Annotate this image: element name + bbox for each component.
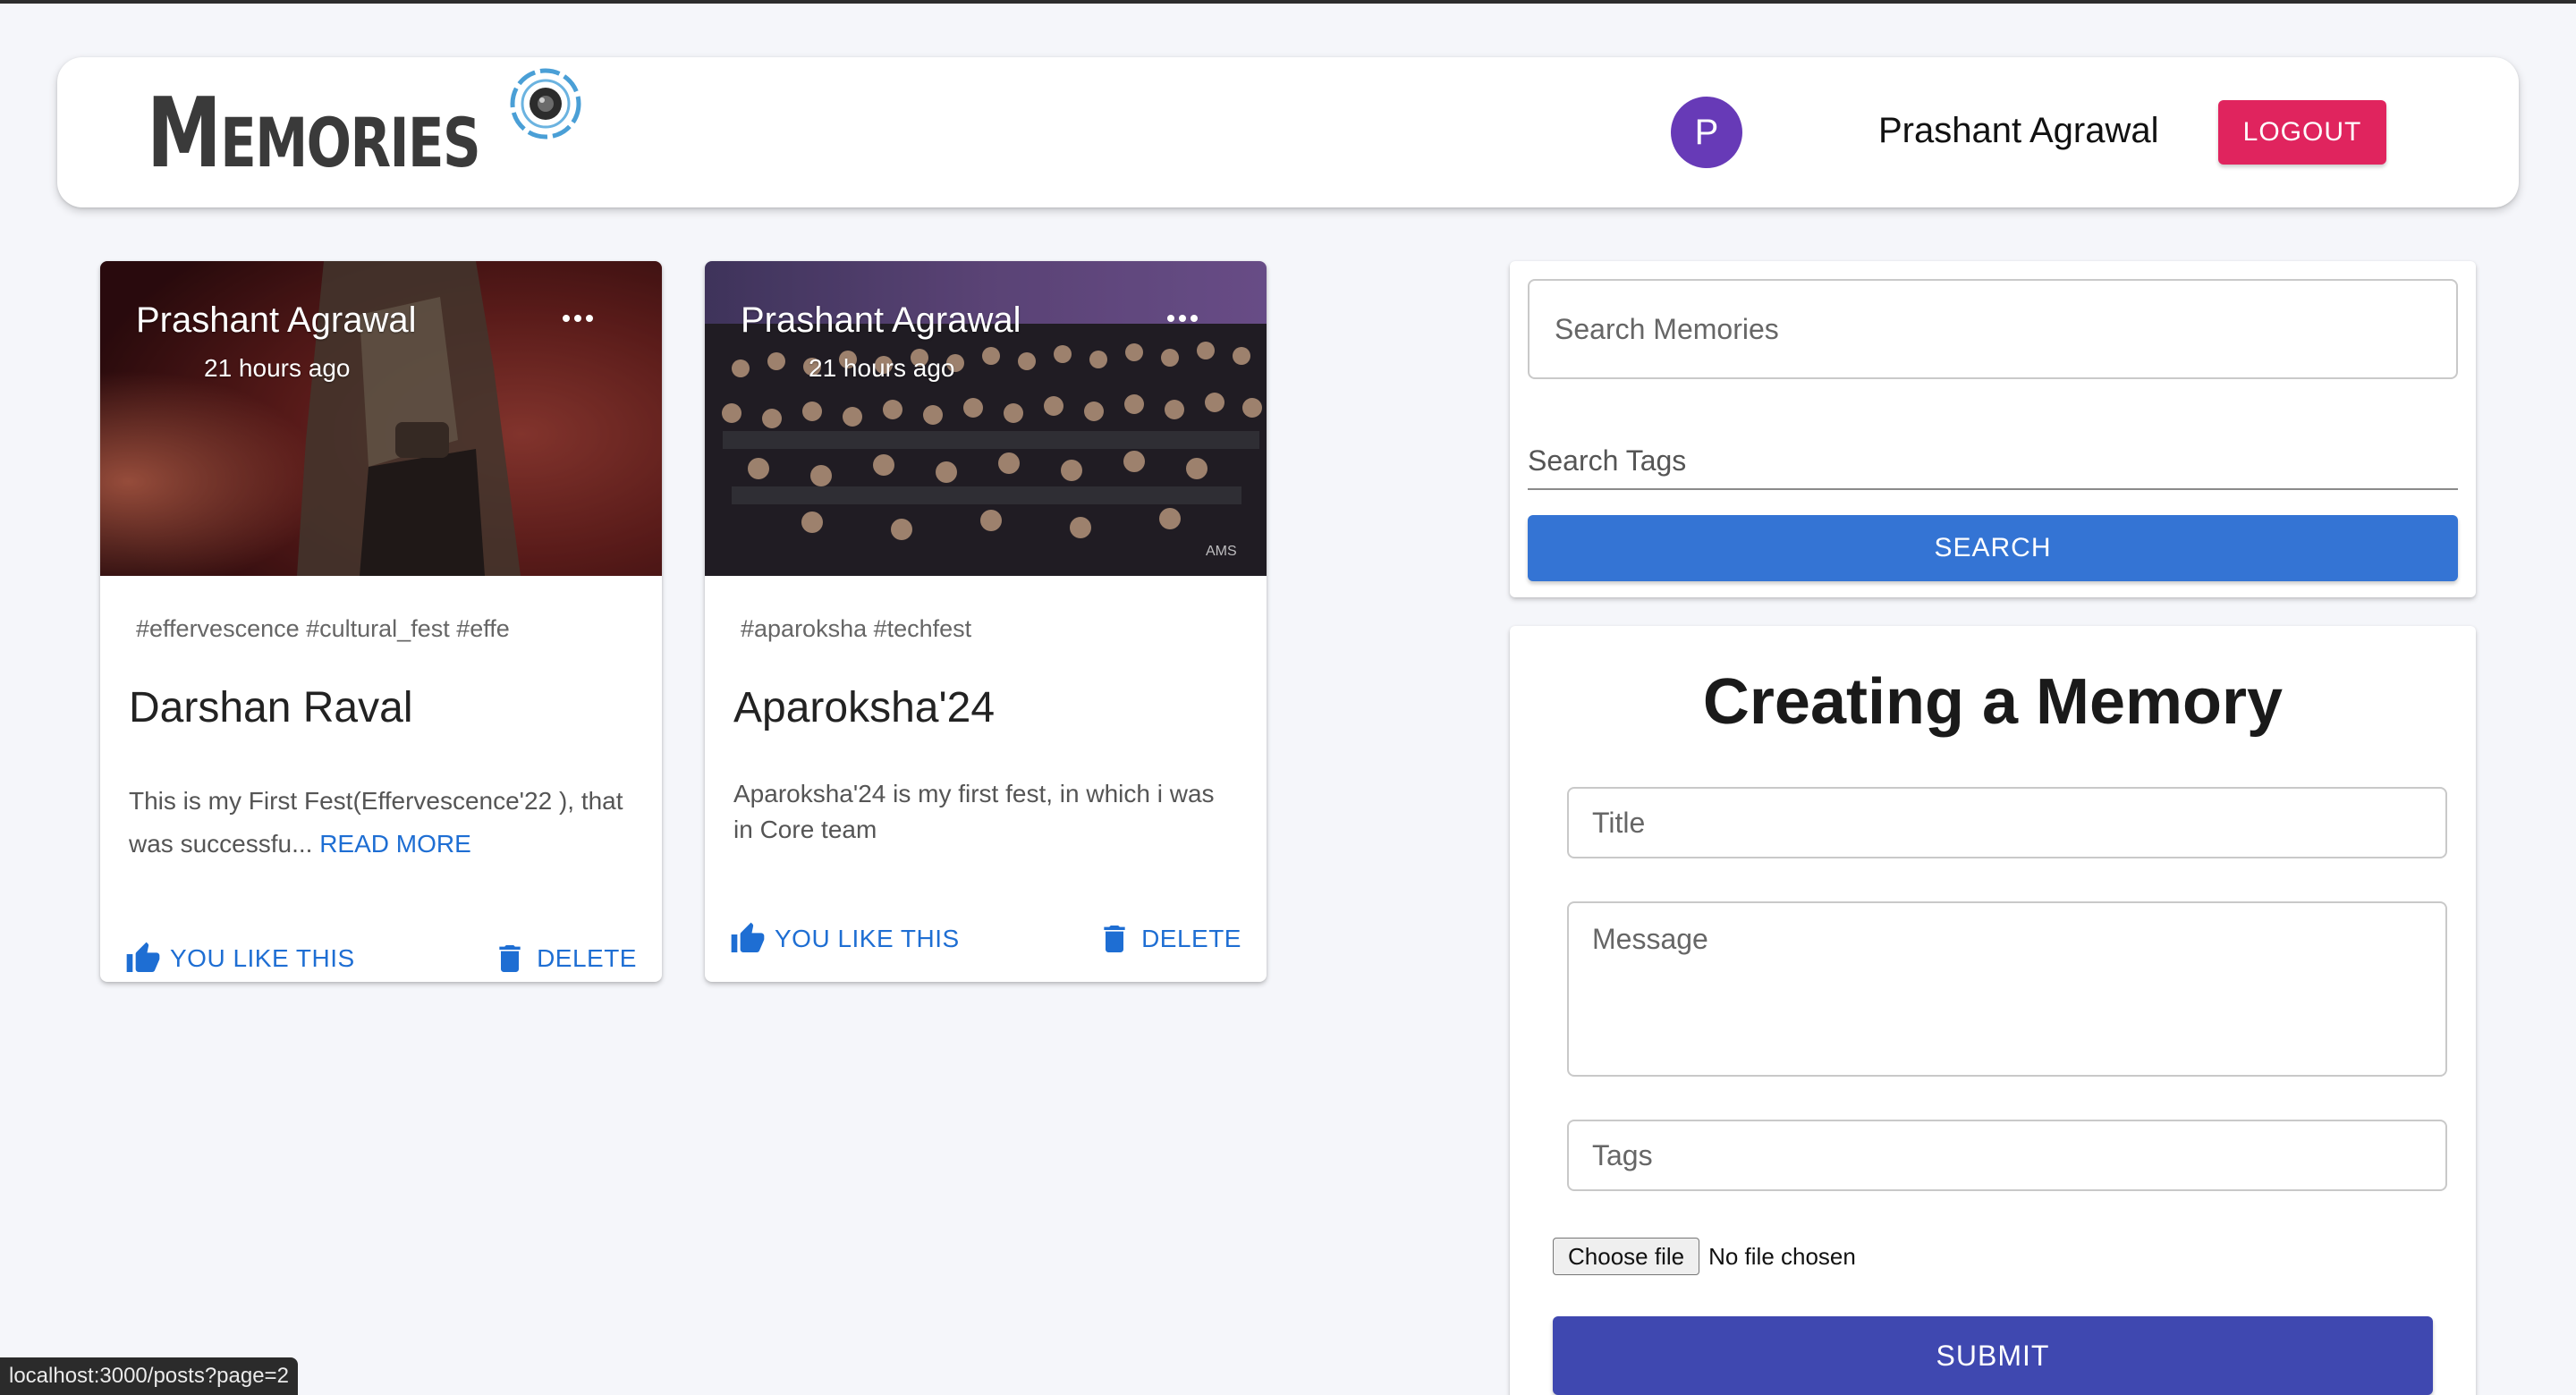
create-memory-form: Creating a Memory Choose file No file ch… xyxy=(1510,626,2476,1395)
file-status: No file chosen xyxy=(1708,1242,1856,1270)
status-bar-url: localhost:3000/posts?page=2 xyxy=(0,1357,298,1395)
title-field[interactable] xyxy=(1567,787,2447,858)
like-label: YOU LIKE THIS xyxy=(170,944,355,972)
post-image: Prashant Agrawal 21 hours ago xyxy=(100,261,662,576)
read-more-link[interactable]: READ MORE xyxy=(319,830,471,858)
more-options-icon[interactable] xyxy=(551,300,605,336)
form-heading: Creating a Memory xyxy=(1702,666,2284,738)
more-options-icon[interactable] xyxy=(1156,300,1209,336)
trash-icon xyxy=(499,945,521,972)
photo-watermark: AMS xyxy=(1206,544,1237,559)
post-actions: YOU LIKE THIS DELETE xyxy=(125,937,637,980)
browser-top-edge xyxy=(0,0,2576,4)
message-field[interactable] xyxy=(1567,901,2447,1077)
post-card: Prashant Agrawal 21 hours ago AMS #aparo… xyxy=(705,261,1267,982)
thumb-up-icon xyxy=(731,922,765,952)
submit-button[interactable]: SUBMIT xyxy=(1553,1316,2433,1395)
post-title: Darshan Raval xyxy=(129,684,413,731)
post-author: Prashant Agrawal xyxy=(741,300,1021,340)
choose-file-button[interactable]: Choose file xyxy=(1553,1238,1700,1275)
delete-button[interactable]: DELETE xyxy=(492,941,637,976)
post-message: Aparoksha'24 is my first fest, in which … xyxy=(733,780,1215,843)
post-time: 21 hours ago xyxy=(809,354,955,382)
post-actions: YOU LIKE THIS DELETE xyxy=(730,917,1241,960)
avatar[interactable]: P xyxy=(1671,97,1742,168)
post-tags: #aparoksha #techfest xyxy=(741,615,972,642)
like-button[interactable]: YOU LIKE THIS xyxy=(125,941,355,976)
app-bar: Memories P Prashant Agrawal LOGOUT xyxy=(57,57,2519,207)
post-time: 21 hours ago xyxy=(204,354,351,382)
trash-icon xyxy=(1104,926,1125,952)
file-input: Choose file No file chosen xyxy=(1553,1238,1856,1275)
post-message: This is my First Fest(Effervescence'22 )… xyxy=(129,780,630,866)
search-panel: SEARCH xyxy=(1510,261,2476,597)
search-memories-input[interactable] xyxy=(1528,279,2458,379)
post-author: Prashant Agrawal xyxy=(136,300,417,340)
post-card: Prashant Agrawal 21 hours ago #effervesc… xyxy=(100,261,662,982)
logout-button[interactable]: LOGOUT xyxy=(2218,100,2386,165)
like-button[interactable]: YOU LIKE THIS xyxy=(730,921,960,957)
thumb-up-icon xyxy=(126,942,160,972)
delete-label: DELETE xyxy=(1141,925,1241,952)
post-tags: #effervescence #cultural_fest #effe xyxy=(136,615,510,642)
search-tags-input[interactable] xyxy=(1528,433,2458,490)
tags-field[interactable] xyxy=(1567,1120,2447,1191)
post-image: Prashant Agrawal 21 hours ago AMS xyxy=(705,261,1267,576)
like-label: YOU LIKE THIS xyxy=(775,925,960,952)
post-title: Aparoksha'24 xyxy=(733,684,996,731)
user-name: Prashant Agrawal xyxy=(1878,111,2159,150)
brand-title[interactable]: Memories xyxy=(147,86,481,182)
delete-button[interactable]: DELETE xyxy=(1097,921,1241,957)
search-button[interactable]: SEARCH xyxy=(1528,515,2458,581)
delete-label: DELETE xyxy=(537,944,637,972)
page: Memories P Prashant Agrawal LOGOUT Prash… xyxy=(0,0,2576,1395)
camera-lens-icon[interactable] xyxy=(508,66,583,141)
user-profile: P Prashant Agrawal xyxy=(1671,93,2159,172)
